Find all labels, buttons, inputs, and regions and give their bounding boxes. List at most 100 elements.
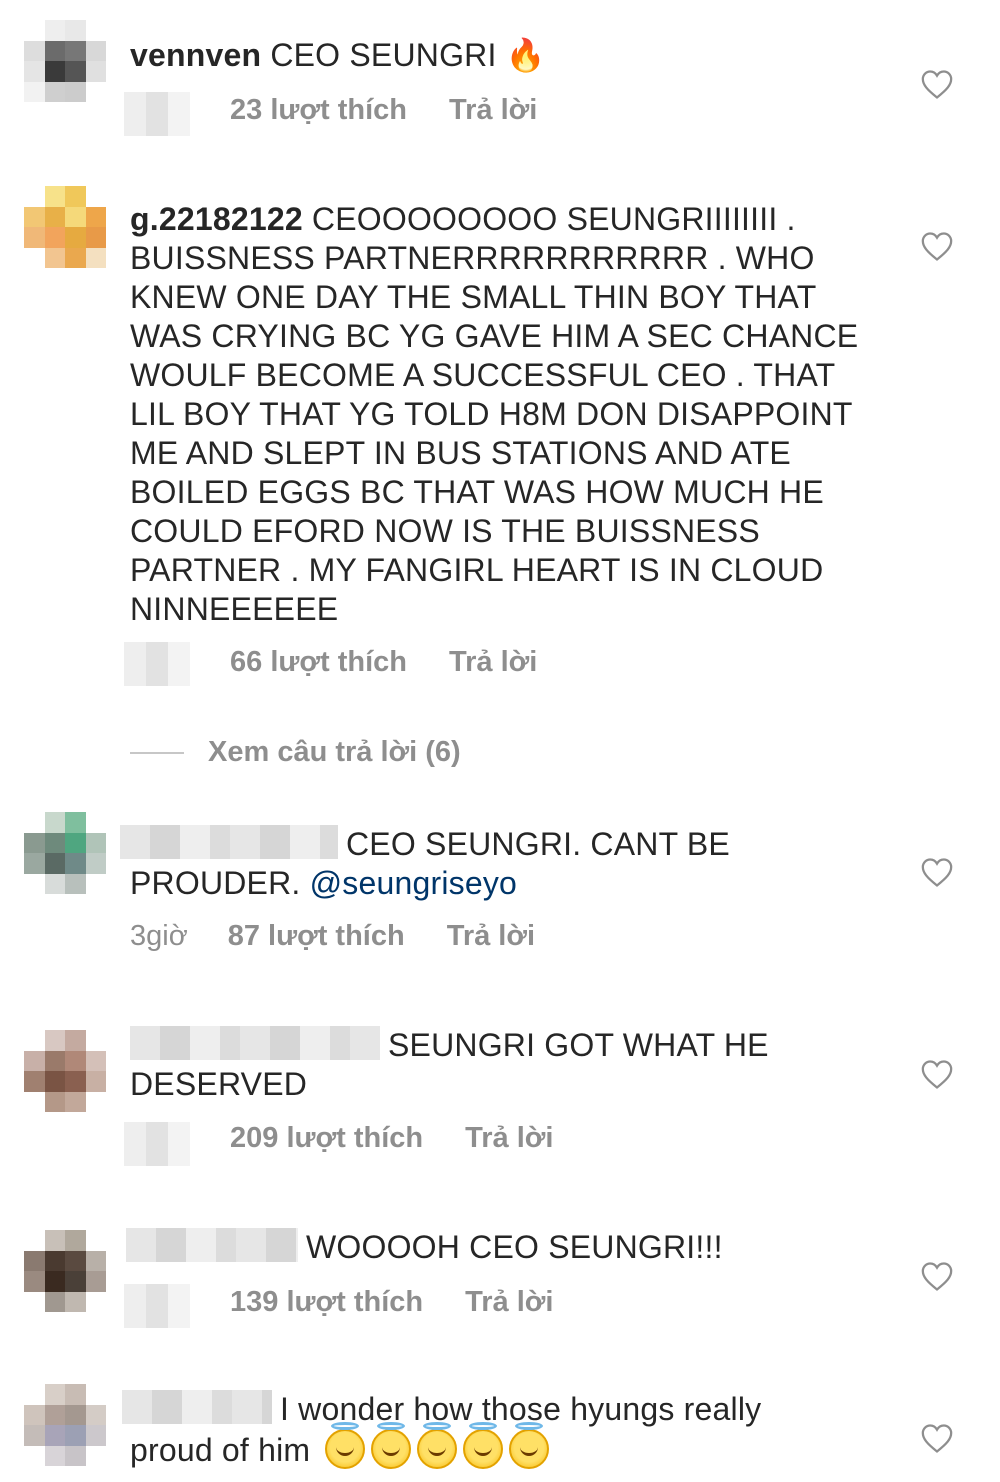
- avatar[interactable]: [24, 1384, 106, 1466]
- avatar-pixel: [85, 206, 106, 227]
- avatar-pixel: [44, 186, 65, 207]
- comment-username[interactable]: vennven: [130, 37, 261, 73]
- avatar[interactable]: [24, 1230, 106, 1312]
- fire-emoji: 🔥: [505, 37, 546, 73]
- likes-count[interactable]: 87 lượt thích: [228, 920, 405, 953]
- avatar-pixel: [85, 1091, 106, 1112]
- avatar[interactable]: [24, 812, 106, 894]
- reply-button[interactable]: Trả lời: [447, 920, 535, 953]
- halo-smile-emoji: [417, 1422, 458, 1469]
- comment-username[interactable]: g.22182122: [130, 201, 303, 237]
- view-replies-button[interactable]: Xem câu trả lời (6): [130, 736, 461, 769]
- avatar[interactable]: [24, 186, 106, 268]
- comment-meta: 66 lượt thích Trả lời: [230, 646, 537, 679]
- avatar-pixel: [85, 1445, 106, 1466]
- reply-button[interactable]: Trả lời: [449, 94, 537, 127]
- reply-button[interactable]: Trả lời: [449, 646, 537, 679]
- avatar-pixel: [24, 186, 45, 207]
- avatar-pixel: [65, 227, 86, 248]
- mention-link[interactable]: @seungriseyo: [310, 865, 517, 901]
- blurred-sticker: [124, 1284, 190, 1328]
- avatar-pixel: [44, 1071, 65, 1092]
- heart-icon[interactable]: [920, 856, 954, 888]
- avatar-pixel: [24, 1425, 45, 1446]
- comment-text: CEO SEUNGRI. CANT BE PROUDER. @seungrise…: [120, 825, 880, 903]
- avatar-pixel: [44, 873, 65, 894]
- avatar-pixel: [44, 1250, 65, 1271]
- avatar-pixel: [24, 1091, 45, 1112]
- avatar-pixel: [65, 1291, 86, 1312]
- avatar-pixel: [44, 1230, 65, 1251]
- avatar-pixel: [85, 1271, 106, 1292]
- blurred-username: [120, 825, 338, 859]
- halo-smile-emoji: [509, 1422, 550, 1469]
- avatar-pixel: [24, 1404, 45, 1425]
- likes-count[interactable]: 139 lượt thích: [230, 1286, 423, 1319]
- avatar-pixel: [44, 1384, 65, 1405]
- comment-time: 3giờ: [130, 920, 188, 952]
- avatar[interactable]: [24, 20, 106, 102]
- comment-text: I wonder how those hyungs really proud o…: [122, 1390, 882, 1470]
- likes-count[interactable]: 23 lượt thích: [230, 94, 407, 127]
- avatar-pixel: [24, 832, 45, 853]
- halo-smile-emoji: [371, 1422, 412, 1469]
- comment-body: WOOOOH CEO SEUNGRI!!!: [306, 1229, 723, 1265]
- comment-body-line2: PROUDER.: [130, 865, 301, 901]
- avatar-pixel: [85, 812, 106, 833]
- heart-icon[interactable]: [920, 1422, 954, 1454]
- avatar-pixel: [44, 1425, 65, 1446]
- heart-icon[interactable]: [920, 1260, 954, 1292]
- avatar-pixel: [85, 1230, 106, 1251]
- blurred-sticker: [124, 1122, 190, 1166]
- comment-body: CEO SEUNGRI: [270, 37, 497, 73]
- avatar-pixel: [65, 1384, 86, 1405]
- avatar-pixel: [24, 853, 45, 874]
- avatar-pixel: [24, 1445, 45, 1466]
- halo-smile-emoji: [325, 1422, 366, 1469]
- avatar-pixel: [24, 1291, 45, 1312]
- comment-body-line2: DESERVED: [130, 1066, 308, 1102]
- heart-icon[interactable]: [920, 1058, 954, 1090]
- avatar-pixel: [85, 20, 106, 41]
- likes-count[interactable]: 66 lượt thích: [230, 646, 407, 679]
- avatar-pixel: [24, 20, 45, 41]
- avatar-pixel: [65, 1050, 86, 1071]
- heart-icon[interactable]: [920, 68, 954, 100]
- avatar-pixel: [85, 1425, 106, 1446]
- avatar-pixel: [65, 40, 86, 61]
- comment-meta: 3giờ 87 lượt thích Trả lời: [130, 920, 535, 953]
- avatar-pixel: [65, 832, 86, 853]
- avatar-pixel: [24, 1271, 45, 1292]
- avatar-pixel: [24, 812, 45, 833]
- avatar-pixel: [44, 61, 65, 82]
- avatar-pixel: [85, 1250, 106, 1271]
- reply-button[interactable]: Trả lời: [465, 1286, 553, 1319]
- comment-text: SEUNGRI GOT WHAT HE DESERVED: [130, 1026, 890, 1104]
- avatar-pixel: [85, 227, 106, 248]
- avatar-pixel: [85, 40, 106, 61]
- halo-smile-emoji: [463, 1422, 504, 1469]
- likes-count[interactable]: 209 lượt thích: [230, 1122, 423, 1155]
- comment-text: WOOOOH CEO SEUNGRI!!!: [126, 1228, 886, 1267]
- avatar-pixel: [24, 61, 45, 82]
- avatar-pixel: [44, 227, 65, 248]
- avatar-pixel: [85, 1404, 106, 1425]
- avatar-pixel: [85, 1071, 106, 1092]
- avatar-pixel: [44, 832, 65, 853]
- heart-icon[interactable]: [920, 230, 954, 262]
- avatar-pixel: [85, 853, 106, 874]
- avatar-pixel: [24, 1250, 45, 1271]
- reply-button[interactable]: Trả lời: [465, 1122, 553, 1155]
- avatar[interactable]: [24, 1030, 106, 1112]
- comment-meta: 23 lượt thích Trả lời: [230, 94, 537, 127]
- view-replies-label: Xem câu trả lời (6): [208, 736, 461, 768]
- avatar-pixel: [65, 1230, 86, 1251]
- avatar-pixel: [65, 81, 86, 102]
- avatar-pixel: [65, 1445, 86, 1466]
- avatar-pixel: [44, 1030, 65, 1051]
- comment-body-line2: proud of him: [130, 1432, 311, 1468]
- avatar-pixel: [85, 873, 106, 894]
- avatar-pixel: [65, 1250, 86, 1271]
- avatar-pixel: [44, 40, 65, 61]
- comment-body: CEO SEUNGRI. CANT BE: [346, 826, 730, 862]
